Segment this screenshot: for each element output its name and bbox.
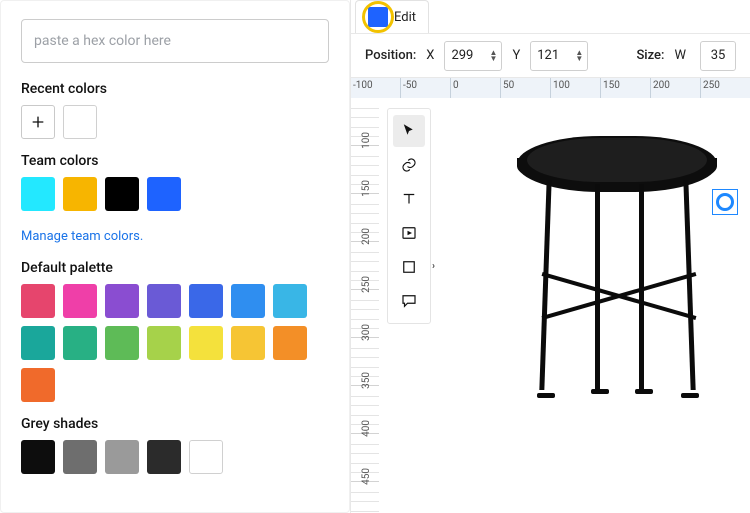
- property-bar: Position: X 299 ▲▼ Y 121 ▲▼ Size: W 35: [351, 34, 750, 78]
- color-panel: Recent colors Team colors Manage team co…: [0, 0, 350, 513]
- color-swatch[interactable]: [273, 326, 307, 360]
- recent-colors-row: [21, 105, 329, 139]
- canvas-image-table[interactable]: [499, 118, 749, 418]
- square-icon: [400, 258, 418, 276]
- tool-shape[interactable]: ›: [393, 251, 425, 283]
- horizontal-ruler[interactable]: -100-50050100150200250300350: [351, 78, 750, 98]
- tab-bar: Edit: [351, 0, 750, 34]
- y-label: Y: [512, 48, 520, 63]
- tool-comment[interactable]: [393, 285, 425, 317]
- ruler-tick: 450: [351, 482, 379, 513]
- position-label: Position:: [365, 48, 416, 63]
- size-label: Size:: [636, 48, 664, 63]
- ruler-tick: 100: [551, 78, 601, 98]
- recent-colors-title: Recent colors: [21, 81, 329, 97]
- team-colors-row: [21, 177, 329, 211]
- plus-icon: [30, 114, 46, 130]
- x-label: X: [426, 48, 434, 63]
- selection-handle[interactable]: [716, 193, 734, 211]
- w-label: W: [674, 48, 686, 63]
- color-swatch[interactable]: [189, 440, 223, 474]
- hex-input[interactable]: [21, 19, 329, 63]
- color-swatch[interactable]: [63, 326, 97, 360]
- color-swatch[interactable]: [105, 440, 139, 474]
- tab-label: Edit: [394, 10, 416, 25]
- color-swatch[interactable]: [63, 105, 97, 139]
- ruler-tick: 150: [601, 78, 651, 98]
- default-palette-title: Default palette: [21, 260, 329, 276]
- work-area: -100-50050100150200250300350 50100150200…: [351, 78, 750, 513]
- color-swatch[interactable]: [63, 177, 97, 211]
- team-colors-title: Team colors: [21, 153, 329, 169]
- y-input[interactable]: 121 ▲▼: [530, 41, 588, 71]
- canvas-toolbar: ›: [387, 108, 431, 324]
- color-swatch[interactable]: [63, 440, 97, 474]
- vertical-ruler[interactable]: 50100150200250300350400450: [351, 98, 379, 513]
- color-swatch[interactable]: [21, 284, 55, 318]
- color-swatch[interactable]: [105, 326, 139, 360]
- x-input[interactable]: 299 ▲▼: [444, 41, 502, 71]
- color-swatch[interactable]: [105, 284, 139, 318]
- color-swatch[interactable]: [147, 440, 181, 474]
- chevron-right-icon: ›: [432, 261, 435, 272]
- text-icon: [400, 190, 418, 208]
- highlight-ring-icon: [362, 1, 394, 33]
- color-swatch[interactable]: [273, 284, 307, 318]
- table-illustration: [499, 118, 749, 418]
- y-value: 121: [537, 48, 559, 63]
- grey-shades-title: Grey shades: [21, 416, 329, 432]
- link-icon: [400, 156, 418, 174]
- play-box-icon: [400, 224, 418, 242]
- color-swatch[interactable]: [231, 326, 265, 360]
- color-swatch[interactable]: [21, 368, 55, 402]
- color-swatch[interactable]: [147, 326, 181, 360]
- color-swatch[interactable]: [105, 177, 139, 211]
- color-swatch[interactable]: [21, 440, 55, 474]
- tool-select[interactable]: [393, 115, 425, 147]
- canvas[interactable]: [379, 98, 750, 513]
- w-input[interactable]: 35: [700, 41, 736, 71]
- tool-link[interactable]: [393, 149, 425, 181]
- speech-bubble-icon: [400, 292, 418, 310]
- color-swatch[interactable]: [21, 177, 55, 211]
- add-color-button[interactable]: [21, 105, 55, 139]
- ruler-tick: -100: [351, 78, 401, 98]
- color-swatch[interactable]: [189, 284, 223, 318]
- color-swatch[interactable]: [231, 284, 265, 318]
- color-swatch[interactable]: [63, 284, 97, 318]
- ruler-tick: -50: [401, 78, 451, 98]
- stepper-icon[interactable]: ▲▼: [490, 50, 498, 62]
- manage-team-colors-link[interactable]: Manage team colors.: [21, 229, 143, 244]
- cursor-icon: [400, 122, 418, 140]
- editor-panel: Edit Position: X 299 ▲▼ Y 121 ▲▼ Size: W…: [350, 0, 750, 513]
- color-swatch[interactable]: [21, 326, 55, 360]
- ruler-tick: 250: [701, 78, 750, 98]
- grey-shades-row: [21, 440, 329, 474]
- default-palette-row: [21, 284, 329, 402]
- color-swatch[interactable]: [189, 326, 223, 360]
- w-value: 35: [711, 48, 726, 63]
- color-swatch[interactable]: [147, 177, 181, 211]
- stepper-icon[interactable]: ▲▼: [575, 50, 583, 62]
- ruler-tick: 0: [451, 78, 501, 98]
- tool-text[interactable]: [393, 183, 425, 215]
- x-value: 299: [451, 48, 473, 63]
- ruler-tick: 50: [501, 78, 551, 98]
- tool-media[interactable]: [393, 217, 425, 249]
- tab-color-chip[interactable]: [368, 7, 388, 27]
- ruler-tick: 200: [651, 78, 701, 98]
- tab-edit[interactable]: Edit: [355, 0, 429, 33]
- color-swatch[interactable]: [147, 284, 181, 318]
